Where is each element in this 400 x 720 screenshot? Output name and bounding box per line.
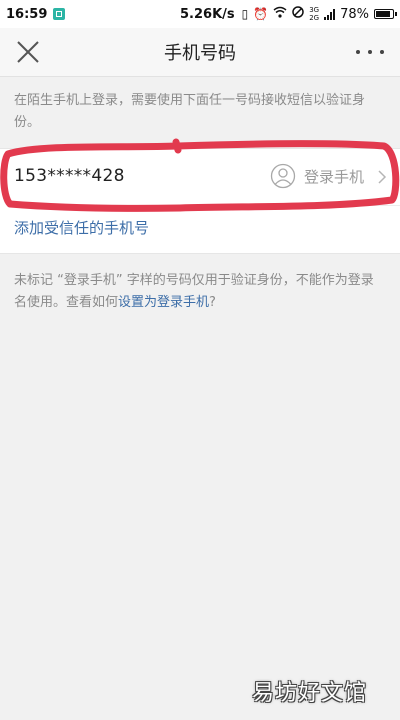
more-icon-dot	[356, 50, 360, 54]
status-bar: 16:59 5.26K/s ▯ ⏰ 3G 2G 78%	[0, 0, 400, 28]
phone-card: 153*****428 登录手机 添加受信任的手机号	[0, 148, 400, 254]
more-button[interactable]	[356, 42, 384, 62]
login-phone-tag: 登录手机	[270, 163, 364, 189]
login-phone-label: 登录手机	[304, 167, 365, 186]
phone-entry-row[interactable]: 153*****428 登录手机	[0, 149, 400, 205]
status-time: 16:59	[6, 6, 48, 22]
add-trusted-phone-link[interactable]: 添加受信任的手机号	[14, 217, 149, 238]
info-text: 在陌生手机上登录，需要使用下面任一号码接收短信以验证身份。	[14, 93, 366, 130]
user-icon	[270, 163, 296, 189]
chevron-right-icon	[378, 170, 387, 184]
set-login-phone-link[interactable]: 设置为登录手机	[118, 295, 209, 310]
note-text: 未标记 “登录手机” 字样的号码仅用于验证身份，不能作为登录名使用。查看如何设置…	[14, 270, 386, 314]
more-icon-dot	[368, 50, 372, 54]
qr-notification-icon	[53, 8, 66, 20]
battery-icon	[374, 9, 397, 19]
battery-percent: 78%	[340, 6, 369, 22]
phone-number: 153*****428	[14, 166, 125, 186]
divider	[14, 205, 400, 206]
page-title: 手机号码	[164, 43, 236, 64]
alarm-icon: ⏰	[253, 7, 269, 21]
do-not-disturb-icon	[292, 6, 304, 22]
title-bar: 手机号码	[0, 28, 400, 77]
more-icon-dot	[380, 50, 384, 54]
close-icon	[17, 41, 39, 63]
network-speed: 5.26K/s	[180, 6, 235, 22]
signal-icon	[324, 8, 336, 20]
watermark: 易坊好文馆	[252, 681, 368, 706]
network-type: 3G 2G	[309, 6, 320, 22]
vibrate-icon: ▯	[241, 7, 249, 21]
note-suffix: ?	[209, 295, 216, 310]
wifi-icon	[273, 6, 287, 22]
close-button[interactable]	[14, 38, 42, 66]
